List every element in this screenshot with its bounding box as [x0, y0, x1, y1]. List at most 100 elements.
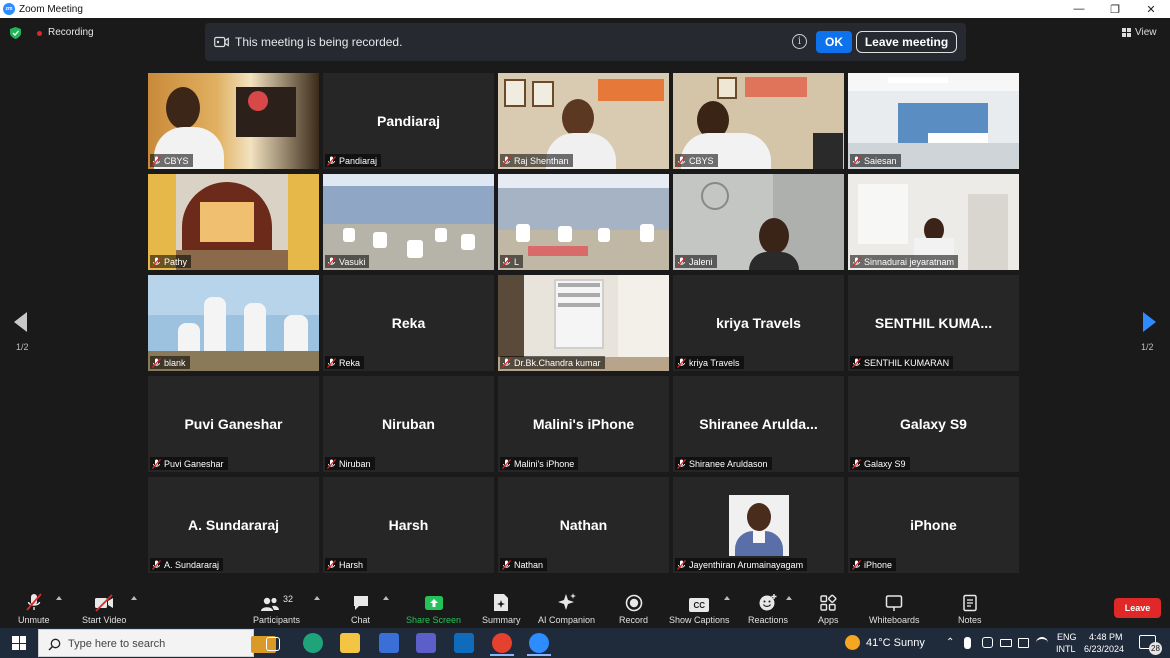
- task-view-icon[interactable]: [266, 637, 280, 651]
- minimize-button[interactable]: —: [1061, 0, 1097, 18]
- info-icon[interactable]: i: [792, 34, 807, 49]
- recording-label[interactable]: Recording: [48, 27, 94, 38]
- participant-name: Dr.Bk.Chandra kumar: [514, 357, 601, 368]
- leave-meeting-button[interactable]: Leave meeting: [856, 31, 957, 53]
- clock-time[interactable]: 4:48 PM: [1089, 632, 1123, 642]
- start-video-button[interactable]: Start Video: [82, 592, 126, 625]
- participant-tile[interactable]: kriya Travels kriya Travels: [673, 275, 844, 371]
- participant-tile[interactable]: Harsh Harsh: [323, 477, 494, 573]
- participant-name: blank: [164, 357, 186, 368]
- notes-button[interactable]: Notes: [958, 592, 982, 625]
- muted-microphone-icon: [327, 559, 336, 570]
- participant-tile[interactable]: Vasuki: [323, 174, 494, 270]
- previous-page-arrow-icon[interactable]: [14, 312, 27, 332]
- windows-start-icon[interactable]: [12, 636, 26, 650]
- tray-device-icon[interactable]: [982, 637, 993, 648]
- reactions-button[interactable]: Reactions: [748, 592, 788, 625]
- participant-name: Sinnadurai jeyaratnam: [864, 256, 955, 267]
- next-page-arrow-icon[interactable]: [1143, 312, 1156, 332]
- language-bottom[interactable]: INTL: [1056, 644, 1076, 654]
- video-options-chevron-icon[interactable]: [131, 596, 137, 600]
- participants-options-chevron-icon[interactable]: [314, 596, 320, 600]
- participant-tile[interactable]: Malini's iPhone Malini's iPhone: [498, 376, 669, 472]
- share-screen-button[interactable]: Share Screen: [406, 592, 461, 625]
- whiteboards-button[interactable]: Whiteboards: [869, 592, 920, 625]
- muted-microphone-icon: [677, 559, 686, 570]
- participant-tile[interactable]: Niruban Niruban: [323, 376, 494, 472]
- search-icon: [48, 638, 61, 651]
- participant-tile[interactable]: Jayenthiran Arumainayagam: [673, 477, 844, 573]
- participant-tile[interactable]: iPhone iPhone: [848, 477, 1019, 573]
- participant-tile[interactable]: Jaleni: [673, 174, 844, 270]
- leave-button[interactable]: Leave: [1114, 598, 1161, 618]
- ai-companion-button[interactable]: AI Companion: [538, 592, 595, 625]
- participant-tile[interactable]: blank: [148, 275, 319, 371]
- participant-name-label: Jayenthiran Arumainayagam: [675, 558, 808, 571]
- notes-label: Notes: [958, 615, 982, 625]
- tray-microphone-icon[interactable]: [964, 637, 971, 649]
- show-captions-button[interactable]: CC Show Captions: [669, 592, 730, 625]
- reactions-options-chevron-icon[interactable]: [786, 596, 792, 600]
- participant-tile[interactable]: Nathan Nathan: [498, 477, 669, 573]
- clock-date[interactable]: 6/23/2024: [1084, 644, 1124, 654]
- participant-name-label: CBYS: [150, 154, 193, 167]
- participant-tile[interactable]: Shiranee Arulda... Shiranee Aruldason: [673, 376, 844, 472]
- close-button[interactable]: ✕: [1133, 0, 1169, 18]
- participant-tile[interactable]: CBYS: [148, 73, 319, 169]
- taskbar-search-box[interactable]: Type here to search: [38, 629, 276, 657]
- record-button[interactable]: Record: [619, 592, 648, 625]
- captions-options-chevron-icon[interactable]: [724, 596, 730, 600]
- participant-tile[interactable]: SENTHIL KUMA... SENTHIL KUMARAN: [848, 275, 1019, 371]
- chat-options-chevron-icon[interactable]: [383, 596, 389, 600]
- chrome-icon[interactable]: [492, 633, 512, 653]
- participant-tile[interactable]: A. Sundararaj A. Sundararaj: [148, 477, 319, 573]
- participant-tile[interactable]: Puvi Ganeshar Puvi Ganeshar: [148, 376, 319, 472]
- audio-options-chevron-icon[interactable]: [56, 596, 62, 600]
- weather-text[interactable]: 41°C Sunny: [866, 637, 925, 649]
- outlook-icon[interactable]: [454, 633, 474, 653]
- apps-button[interactable]: Apps: [818, 592, 839, 625]
- participant-tile[interactable]: Pathy: [148, 174, 319, 270]
- unmute-button[interactable]: Unmute: [18, 592, 50, 625]
- participants-button[interactable]: 32 Participants: [253, 592, 300, 625]
- participant-tile[interactable]: Pandiaraj Pandiaraj: [323, 73, 494, 169]
- participant-name: Puvi Ganeshar: [164, 458, 224, 469]
- zoom-logo-icon: zm: [3, 3, 15, 15]
- participant-tile[interactable]: Reka Reka: [323, 275, 494, 371]
- microsoft-store-icon[interactable]: [379, 633, 399, 653]
- chat-bubble-icon: [353, 596, 368, 610]
- zoom-taskbar-icon[interactable]: [529, 633, 549, 653]
- muted-microphone-icon: [677, 357, 686, 368]
- participant-name: Jaleni: [689, 256, 713, 267]
- participant-display-name: A. Sundararaj: [187, 517, 280, 533]
- participant-name-label: Pandiaraj: [325, 154, 382, 167]
- participant-tile[interactable]: CBYS: [673, 73, 844, 169]
- whiteboards-label: Whiteboards: [869, 615, 920, 625]
- tray-wifi-icon[interactable]: [1036, 637, 1048, 649]
- restore-button[interactable]: ❐: [1097, 0, 1133, 18]
- weather-sun-icon[interactable]: [845, 635, 860, 650]
- tray-chevron-up-icon[interactable]: ⌃: [946, 637, 954, 648]
- participant-tile[interactable]: Sinnadurai jeyaratnam: [848, 174, 1019, 270]
- participant-tile[interactable]: Raj Shenthan: [498, 73, 669, 169]
- language-top[interactable]: ENG: [1057, 632, 1077, 642]
- participant-tile[interactable]: Galaxy S9 Galaxy S9: [848, 376, 1019, 472]
- summary-document-icon: [494, 594, 509, 611]
- participant-name-label: Dr.Bk.Chandra kumar: [500, 356, 605, 369]
- security-shield-icon[interactable]: [10, 27, 21, 39]
- participant-tile[interactable]: Dr.Bk.Chandra kumar: [498, 275, 669, 371]
- view-button[interactable]: View: [1122, 27, 1157, 38]
- summary-button[interactable]: Summary: [482, 592, 521, 625]
- file-explorer-icon[interactable]: [340, 633, 360, 653]
- participant-tile[interactable]: L: [498, 174, 669, 270]
- apps-label: Apps: [818, 615, 839, 625]
- zoom-active-indicator: [527, 654, 551, 656]
- participant-tile[interactable]: Saiesan: [848, 73, 1019, 169]
- teams-icon[interactable]: [416, 633, 436, 653]
- edge-browser-icon[interactable]: [303, 633, 323, 653]
- tray-battery-icon[interactable]: [1000, 639, 1012, 647]
- tray-speaker-icon[interactable]: [1018, 638, 1029, 648]
- participant-display-name: Nathan: [559, 517, 608, 533]
- ok-button[interactable]: OK: [816, 31, 852, 53]
- chat-button[interactable]: Chat: [351, 592, 370, 625]
